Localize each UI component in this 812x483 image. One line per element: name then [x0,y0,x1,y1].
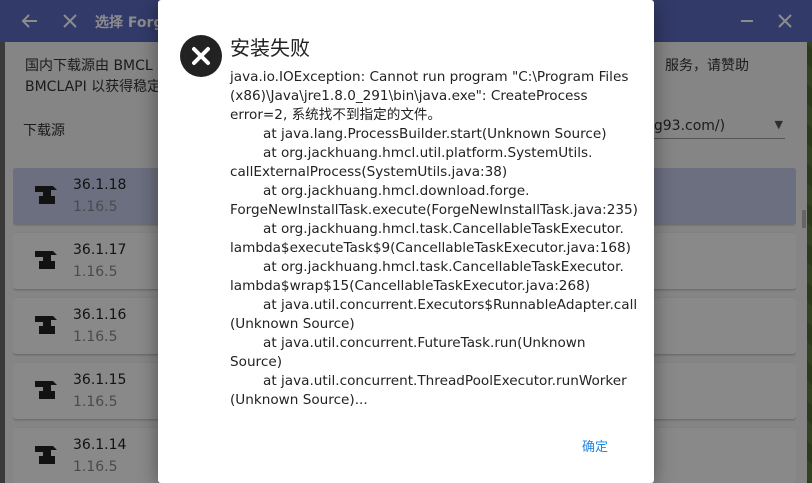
error-line: java.io.IOException: Cannot run program … [230,69,629,85]
error-line: at java.util.concurrent.FutureTask.run(U… [263,335,586,351]
error-line: (Unknown Source)... [230,392,368,408]
error-line: callExternalProcess(SystemUtils.java:38) [230,164,508,180]
error-line: at org.jackhuang.hmcl.task.CancellableTa… [263,259,624,275]
error-line: error=2, 系统找不到指定的文件。 [230,107,442,123]
error-line: at java.util.concurrent.ThreadPoolExecut… [263,373,627,389]
error-line: at java.util.concurrent.Executors$Runnab… [263,297,638,313]
error-line: Source) [230,354,282,370]
error-line: ForgeNewInstallTask.execute(ForgeNewInst… [230,202,638,218]
install-failed-dialog: 安装失败 java.io.IOException: Cannot run pro… [158,0,654,483]
error-line: lambda$executeTask$9(CancellableTaskExec… [230,240,631,256]
error-line: at org.jackhuang.hmcl.download.forge. [263,183,530,199]
ok-button[interactable]: 确定 [582,436,608,455]
error-line: lambda$wrap$15(CancellableTaskExecutor.j… [230,278,591,294]
error-x-icon [180,35,222,77]
error-line: at java.lang.ProcessBuilder.start(Unknow… [263,126,607,142]
error-line: (x86)\Java\jre1.8.0_291\bin\java.exe": C… [230,88,588,104]
error-line: at org.jackhuang.hmcl.task.CancellableTa… [263,221,624,237]
error-message: java.io.IOException: Cannot run program … [230,68,638,410]
error-line: at org.jackhuang.hmcl.util.platform.Syst… [263,145,593,161]
error-line: (Unknown Source) [230,316,355,332]
dialog-title: 安装失败 [230,36,310,60]
